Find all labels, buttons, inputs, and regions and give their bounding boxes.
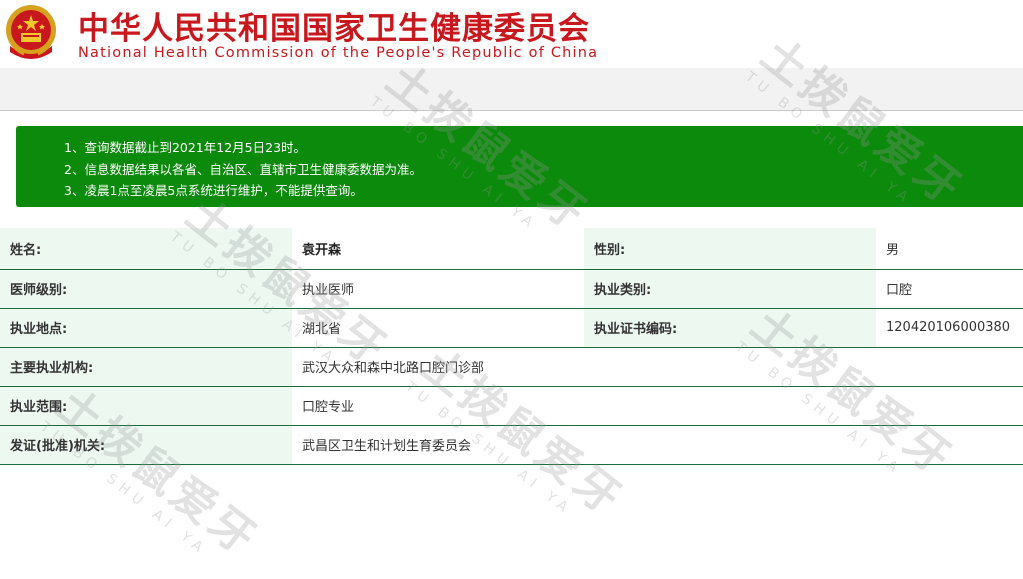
cert-value: 120420106000380: [876, 308, 1023, 348]
nav-band: [0, 68, 1023, 111]
name-value: 袁开森: [292, 228, 584, 270]
scope-label: 执业范围:: [0, 386, 292, 426]
notice-line: 1、查询数据截止到2021年12月5日23时。: [64, 140, 307, 155]
national-emblem-icon: [6, 5, 56, 59]
gender-value: 男: [876, 228, 1023, 270]
table-row: 医师级别: 执业医师 执业类别: 口腔: [0, 269, 1023, 309]
name-label: 姓名:: [0, 228, 292, 270]
institution-label: 主要执业机构:: [0, 347, 292, 387]
location-label: 执业地点:: [0, 308, 292, 348]
gender-label: 性别:: [584, 228, 876, 270]
table-row: 姓名: 袁开森 性别: 男: [0, 228, 1023, 270]
category-label: 执业类别:: [584, 269, 876, 309]
table-row: 发证(批准)机关: 武昌区卫生和计划生育委员会: [0, 425, 1023, 465]
table-row: 执业范围: 口腔专业: [0, 386, 1023, 426]
doctor-info-table: 姓名: 袁开森 性别: 男 医师级别: 执业医师 执业类别: 口腔 执业地点: …: [0, 228, 1023, 465]
issuer-label: 发证(批准)机关:: [0, 425, 292, 465]
table-row: 主要执业机构: 武汉大众和森中北路口腔门诊部: [0, 347, 1023, 387]
institution-value: 武汉大众和森中北路口腔门诊部: [292, 347, 1023, 387]
site-title-en: National Health Commission of the People…: [78, 45, 599, 61]
issuer-value: 武昌区卫生和计划生育委员会: [292, 425, 1023, 465]
location-value: 湖北省: [292, 308, 584, 348]
cert-label: 执业证书编码:: [584, 308, 876, 348]
level-value: 执业医师: [292, 269, 584, 309]
scope-value: 口腔专业: [292, 386, 1023, 426]
notice-line: 3、凌晨1点至凌晨5点系统进行维护，不能提供查询。: [64, 183, 363, 198]
level-label: 医师级别:: [0, 269, 292, 309]
table-row: 执业地点: 湖北省 执业证书编码: 120420106000380: [0, 308, 1023, 348]
notice-line: 2、信息数据结果以各省、自治区、直辖市卫生健康委数据为准。: [64, 161, 422, 177]
notice-box: 1、查询数据截止到2021年12月5日23时。 2、信息数据结果以各省、自治区、…: [16, 126, 1023, 207]
site-title-cn: 中华人民共和国国家卫生健康委员会: [78, 11, 590, 47]
site-header: 中华人民共和国国家卫生健康委员会 National Health Commiss…: [0, 0, 683, 68]
category-value: 口腔: [876, 269, 1023, 309]
